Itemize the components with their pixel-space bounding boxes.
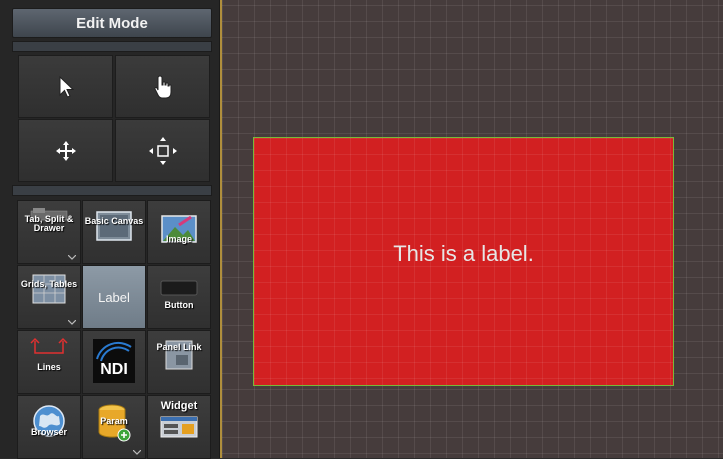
grids-tables-widget[interactable]: Grids, Tables — [17, 265, 81, 329]
resize-tool-button[interactable] — [115, 119, 210, 182]
button-icon — [160, 280, 198, 296]
widget-icon — [160, 416, 198, 438]
pointer-tool-button[interactable] — [18, 55, 113, 118]
widget-label: Label — [98, 290, 130, 305]
tab-split-drawer-widget[interactable]: Tab, Split & Drawer — [17, 200, 81, 264]
widget-label: Basic Canvas — [84, 216, 144, 226]
chevron-down-icon — [68, 255, 76, 260]
arrow-pointer-icon — [59, 75, 74, 98]
widget-label: Lines — [37, 362, 61, 372]
widget-label: Tab, Split & Drawer — [24, 214, 74, 233]
chevron-down-icon — [68, 320, 76, 325]
browser-widget[interactable]: Browser — [17, 395, 81, 459]
move-arrows-icon — [55, 140, 76, 161]
hand-tool-button[interactable] — [115, 55, 210, 118]
image-widget[interactable]: Image — [147, 200, 211, 264]
design-canvas[interactable]: This is a label. — [220, 0, 723, 458]
widget-label: Grids, Tables — [20, 279, 78, 289]
resize-box-icon — [148, 136, 177, 165]
widget-label: Browser — [30, 427, 67, 437]
chevron-down-icon — [133, 450, 141, 455]
button-widget[interactable]: Button — [147, 265, 211, 329]
lines-widget[interactable]: Lines — [17, 330, 81, 394]
label-widget-button[interactable]: Label — [82, 265, 146, 329]
widget-label: Panel Link — [156, 342, 202, 352]
edit-mode-panel: Edit Mode Tab, Split & Drawer Basic Canv… — [0, 0, 220, 459]
panel-divider — [12, 41, 212, 52]
param-widget[interactable]: Param — [82, 395, 146, 459]
widget-label: Param — [100, 416, 128, 426]
panel-title: Edit Mode — [12, 8, 212, 38]
panel-link-widget[interactable]: Panel Link — [147, 330, 211, 394]
ndi-logo-icon: NDI — [93, 339, 135, 383]
move-tool-button[interactable] — [18, 119, 113, 182]
label-text: This is a label. — [393, 240, 534, 266]
widget-label: Widget — [160, 400, 198, 412]
lines-icon — [30, 337, 68, 354]
label-element[interactable]: This is a label. — [253, 137, 674, 386]
widget-label: Button — [164, 300, 194, 310]
hand-pointer-icon — [153, 74, 171, 98]
custom-widget[interactable]: Widget — [147, 395, 211, 459]
widget-label: Image — [165, 234, 192, 244]
panel-divider — [12, 185, 212, 196]
widget-label: NDI — [100, 361, 128, 378]
ndi-widget[interactable]: NDI — [82, 330, 146, 394]
basic-canvas-widget[interactable]: Basic Canvas — [82, 200, 146, 264]
